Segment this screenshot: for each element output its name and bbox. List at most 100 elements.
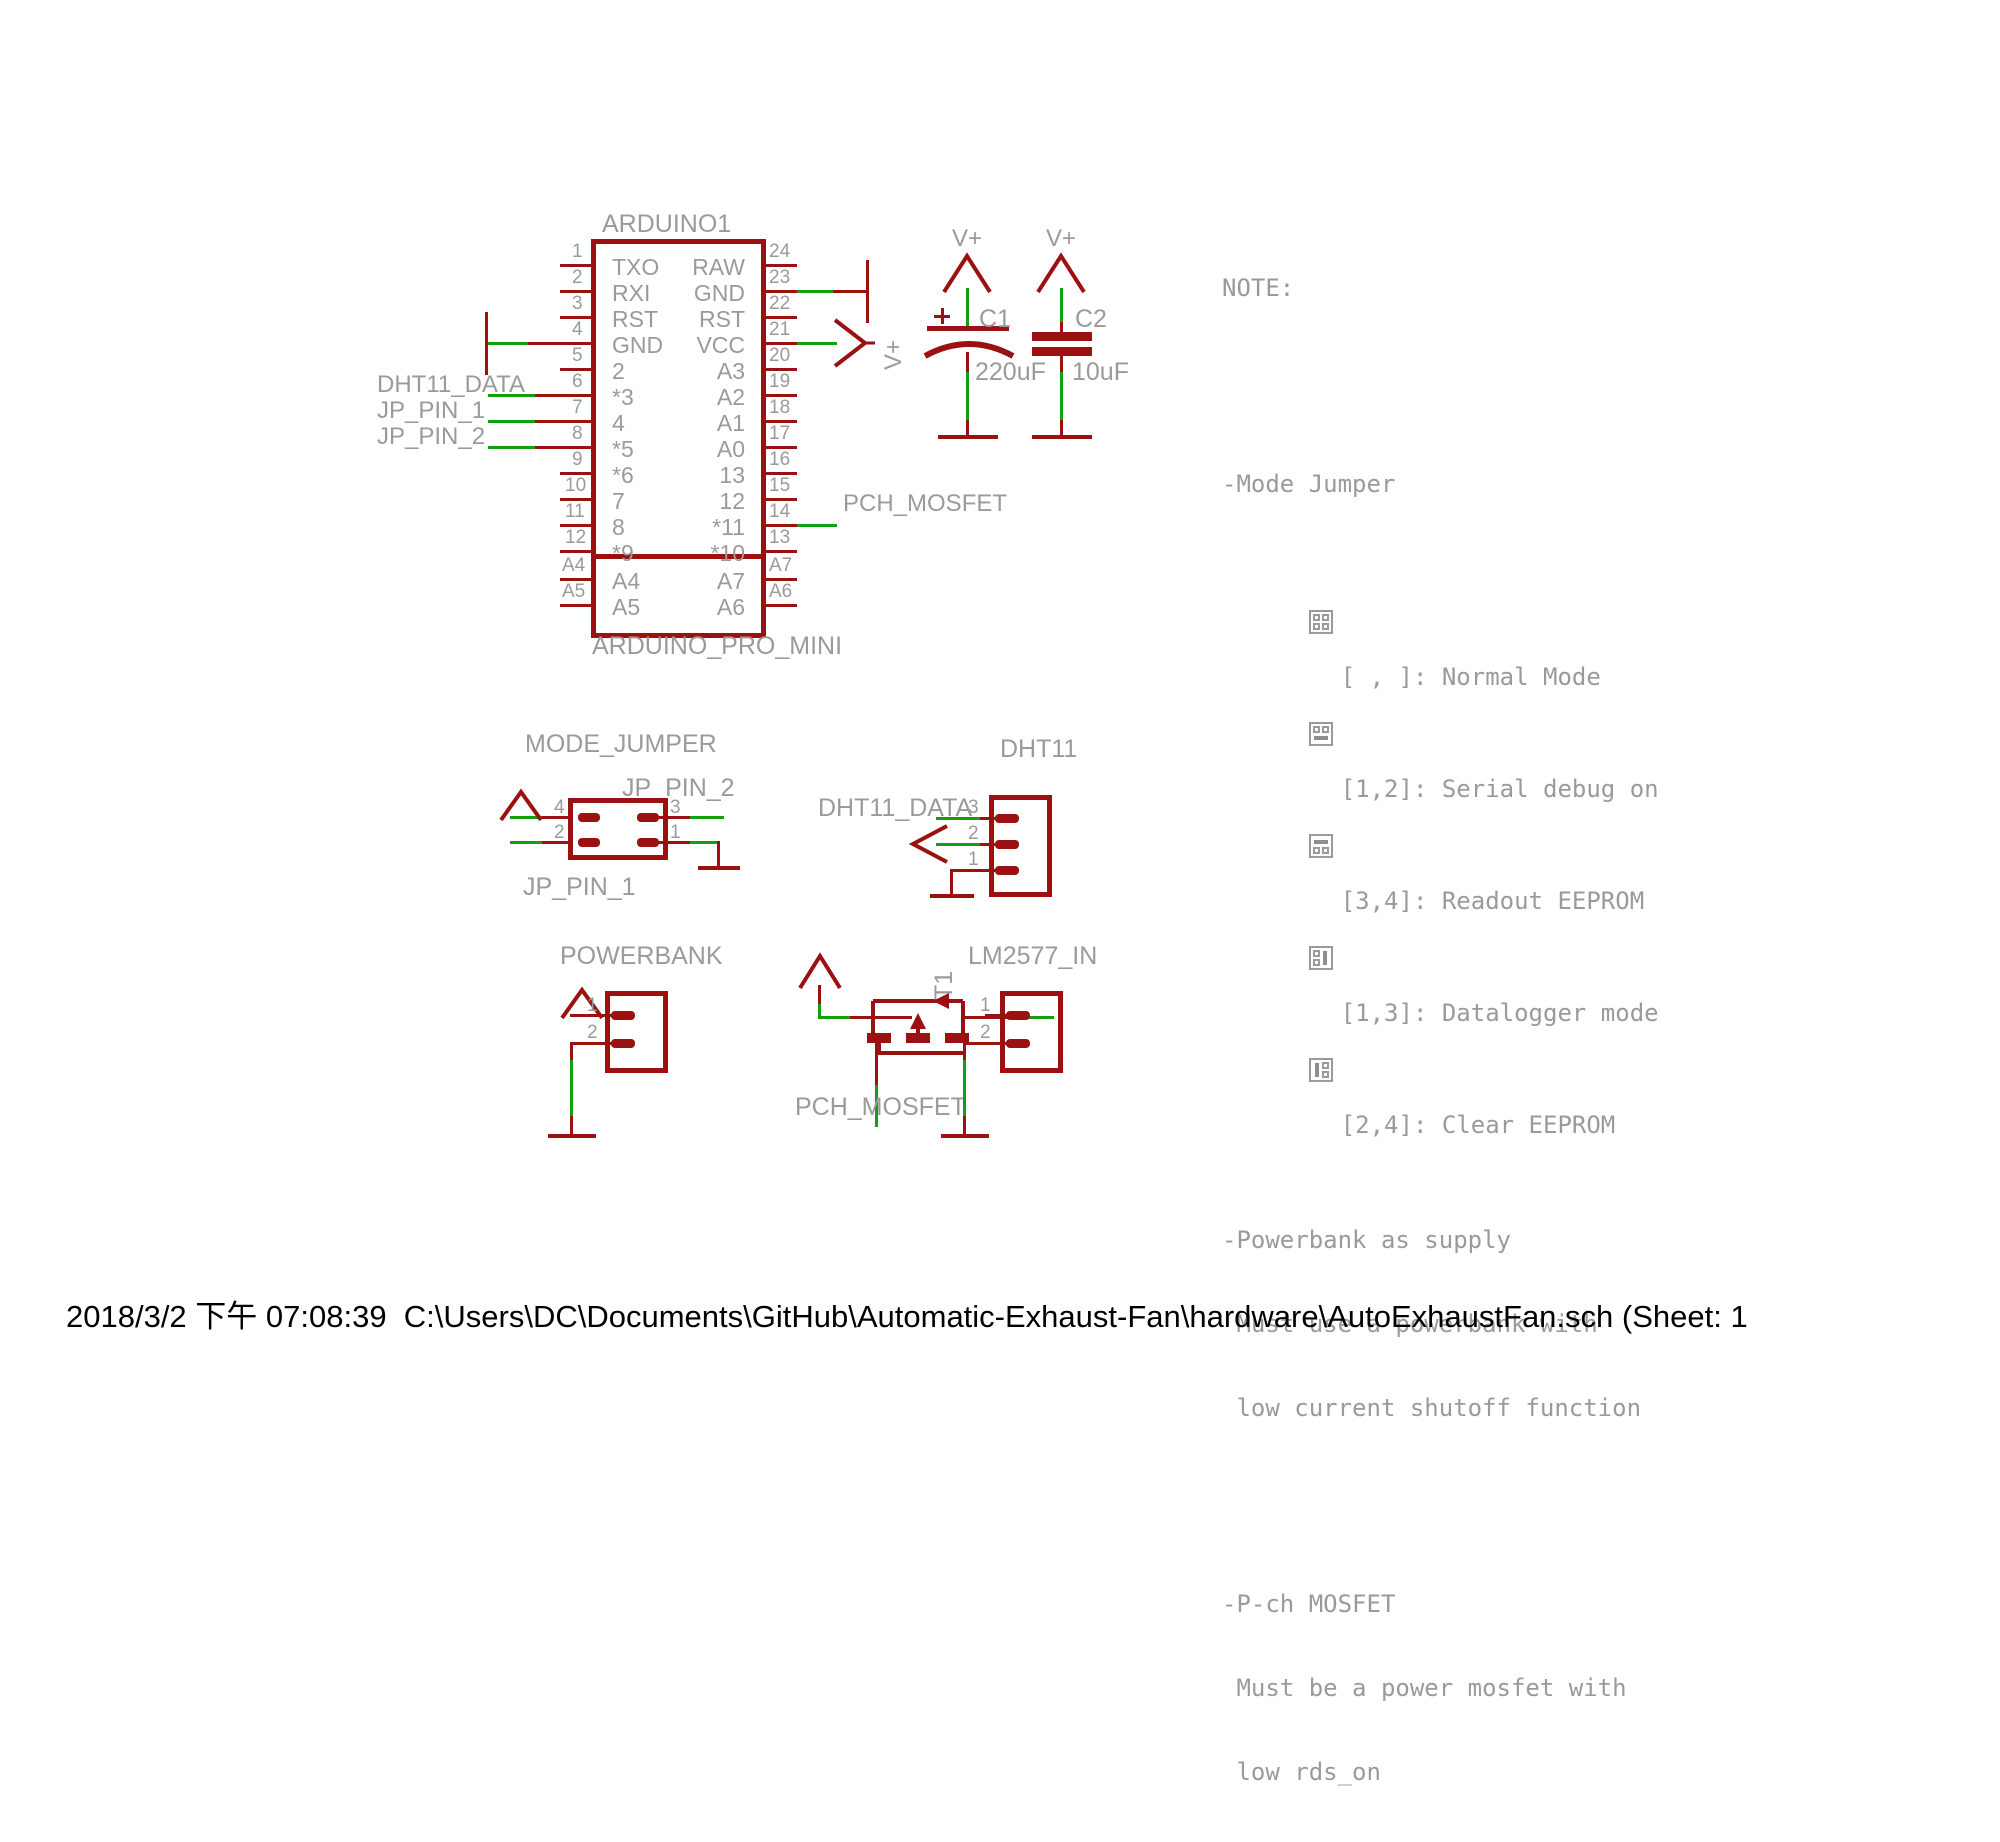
pin-num-right-0: 24 [769, 241, 791, 262]
jumper-none-icon [1308, 610, 1333, 634]
pin-num-right-a7: A7 [769, 555, 793, 576]
dht11-title: DHT11 [1000, 735, 1078, 763]
pin-name-right-7: A0 [716, 436, 745, 462]
vplus-arrow-icon-dht11 [908, 824, 948, 864]
supply-label-c2-vplus: V+ [1046, 225, 1077, 252]
vplus-arrow-icon-powerbank [560, 986, 604, 1020]
vplus-arrow-icon-mosfet [798, 952, 842, 990]
mode-jumper-pin-2-stub [578, 838, 600, 847]
dht11-pin-num-2: 2 [968, 823, 979, 844]
pin-name-right-6: A1 [716, 410, 745, 436]
pin-name-left-9: 7 [612, 488, 625, 514]
note-spacer-2 [1222, 1142, 1659, 1170]
note-item-serial-debug: [1,2]: Serial debug on [1222, 694, 1659, 803]
powerbank-body [605, 991, 668, 1073]
pin-num-left-5: 6 [572, 371, 583, 392]
powerbank-pin-1-stub [611, 1011, 635, 1020]
arduino-ref-label: ARDUINO1 [602, 210, 732, 238]
mosfet-ref-label: T1 [930, 970, 958, 1000]
lm2577-pin-num-1: 1 [980, 995, 991, 1016]
pin-num-left-4: 5 [572, 345, 583, 366]
pin-name-left-4: 2 [612, 358, 625, 384]
powerbank-pin-2-stub [611, 1039, 635, 1048]
pin-name-left-3: GND [612, 332, 664, 358]
powerbank-pin-num-2: 2 [587, 1022, 598, 1043]
note-title: NOTE: [1222, 274, 1295, 302]
note-item-datalogger-mode: [1,3]: Datalogger mode [1222, 918, 1659, 1027]
jumper-1-3-icon [1308, 946, 1333, 970]
mode-jumper-pin-num-3: 3 [670, 797, 681, 818]
supply-label-c1-vplus: V+ [952, 225, 983, 252]
pin-num-right-10: 14 [769, 501, 791, 522]
mode-jumper-pin-num-1: 1 [670, 822, 681, 843]
pin-name-left-2: RST [612, 306, 658, 332]
note-mosfet-line-2: low rds_on [1222, 1758, 1381, 1786]
c1-polarity-mark-v [941, 308, 944, 324]
pin-name-right-4: A3 [716, 358, 745, 384]
dht11-pin-2-stub [995, 840, 1019, 849]
schematic-sheet: ARDUINO1 TXO RXI RST GND 2 *3 4 *5 *6 7 … [0, 0, 2000, 1786]
dht11-pin-num-1: 1 [968, 849, 979, 870]
pin-num-right-3: 21 [769, 319, 791, 340]
jumper-1-2-icon [1308, 722, 1333, 746]
pin-num-right-7: 17 [769, 423, 791, 444]
dht11-pin-1-stub [995, 866, 1019, 875]
note-item-clear-eeprom: [2,4]: Clear EEPROM [1222, 1030, 1659, 1139]
pin-num-left-0: 1 [572, 241, 583, 262]
pin-num-right-6: 18 [769, 397, 791, 418]
mode-jumper-pin-4-stub [578, 813, 600, 822]
net-label-vplus-arduino: V+ [880, 339, 907, 370]
pin-num-right-a6: A6 [769, 581, 793, 602]
mode-jumper-gnd-bar [698, 866, 740, 870]
dht11-net-label: DHT11_DATA [818, 794, 973, 822]
note-heading-mode-jumper: -Mode Jumper [1222, 470, 1396, 498]
pin-num-left-11: 12 [565, 527, 587, 548]
note-heading-pch-mosfet: -P-ch MOSFET [1222, 1590, 1396, 1618]
powerbank-title: POWERBANK [560, 942, 723, 970]
pin-lead-left-a5 [560, 604, 593, 607]
pin-lead-right-a6 [764, 604, 797, 607]
pin-name-right-2: RST [699, 306, 745, 332]
pin-name-right-8: 13 [719, 462, 745, 488]
pin-num-left-6: 7 [572, 397, 583, 418]
lm2577-gnd-bar [941, 1134, 989, 1138]
pin-num-left-1: 2 [572, 267, 583, 288]
arduino-device-label: ARDUINO_PRO_MINI [592, 632, 843, 660]
pin-num-right-9: 15 [769, 475, 791, 496]
lm2577-body [1000, 991, 1063, 1073]
pin-name-right-5: A2 [716, 384, 745, 410]
arduino-analog-body [591, 559, 766, 638]
pin-name-left-5: *3 [612, 384, 634, 410]
note-mosfet-line-1: Must be a power mosfet with [1222, 1674, 1627, 1702]
pin-lead-right-13 [764, 550, 797, 553]
pin-num-right-4: 20 [769, 345, 791, 366]
pin-name-left-7: *5 [612, 436, 634, 462]
pin-num-left-3: 4 [572, 319, 583, 340]
pin-lead-left-12 [560, 550, 593, 553]
note-block: NOTE: -Mode Jumper [ , ]: Normal Mode [1… [1222, 218, 1659, 1842]
pin-num-left-10: 11 [565, 501, 585, 522]
pin-num-right-1: 23 [769, 267, 791, 288]
c1-gnd-bar [938, 435, 998, 439]
pin-name-right-0: RAW [692, 254, 745, 280]
mode-jumper-pin-num-4: 4 [554, 797, 565, 818]
pin-num-left-9: 10 [565, 475, 587, 496]
jumper-3-4-icon [1308, 834, 1333, 858]
pin-num-right-2: 22 [769, 293, 791, 314]
pin-name-right-3: VCC [696, 332, 745, 358]
sheet-footer: 2018/3/2 下午 07:08:39 C:\Users\DC\Documen… [66, 1299, 1748, 1334]
lm2577-title: LM2577_IN [968, 942, 1098, 970]
c2-value-label: 10uF [1072, 358, 1129, 386]
dht11-gnd-bar [930, 894, 974, 898]
net-label-jp-pin-1: JP_PIN_1 [377, 397, 486, 424]
dht11-pin-3-stub [995, 814, 1019, 823]
pin-num-right-11: 13 [769, 527, 791, 548]
note-heading-powerbank: -Powerbank as supply [1222, 1226, 1511, 1254]
note-spacer-1 [1222, 358, 1659, 386]
net-label-dht11-data: DHT11_DATA [377, 371, 526, 398]
note-item-readout-eeprom: [3,4]: Readout EEPROM [1222, 806, 1659, 915]
net-label-pch-mosfet-arduino: PCH_MOSFET [843, 490, 1008, 517]
pin-name-left-10: 8 [612, 514, 625, 540]
pin-num-right-8: 16 [769, 449, 791, 470]
pin-num-left-7: 8 [572, 423, 583, 444]
